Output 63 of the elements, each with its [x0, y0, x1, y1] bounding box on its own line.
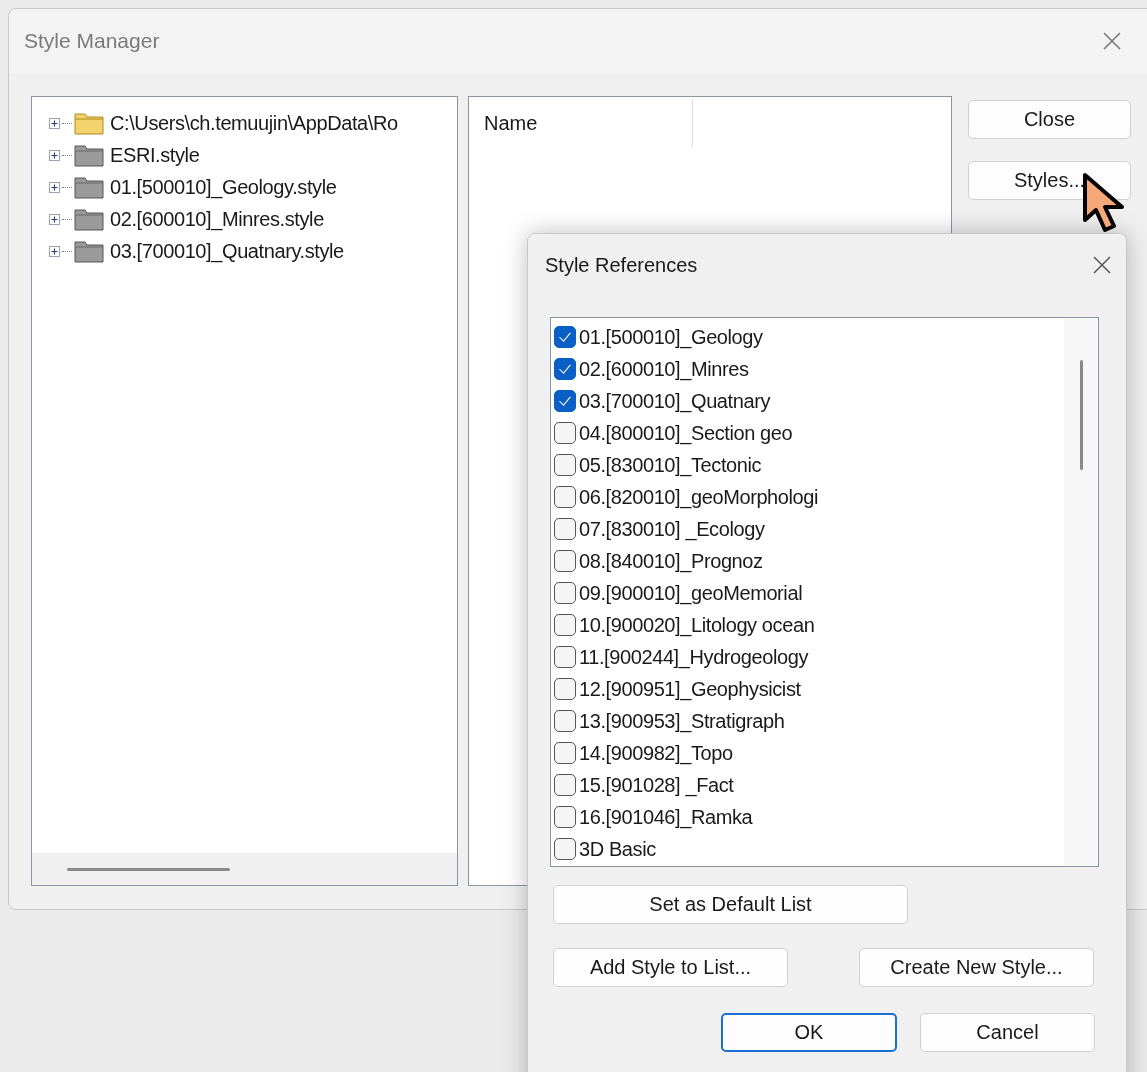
close-icon[interactable] [1092, 255, 1112, 275]
folder-icon [74, 175, 104, 199]
style-item[interactable]: 03.[700010]_Quatnary [579, 389, 771, 413]
expand-icon[interactable] [49, 117, 60, 129]
style-item[interactable]: 08.[840010]_Prognoz [579, 549, 763, 573]
style-item[interactable]: 10.[900020]_Litology ocean [579, 613, 815, 637]
create-style-button[interactable]: Create New Style... [859, 948, 1094, 987]
checkbox[interactable] [554, 806, 576, 828]
folder-icon [74, 111, 104, 135]
cancel-button[interactable]: Cancel [920, 1013, 1095, 1052]
ok-button[interactable]: OK [721, 1013, 897, 1052]
style-item[interactable]: 3D Basic [579, 837, 656, 861]
scrollbar[interactable] [1064, 318, 1098, 866]
checkbox[interactable] [554, 678, 576, 700]
style-item[interactable]: 07.[830010] _Ecology [579, 517, 765, 541]
expand-icon[interactable] [49, 245, 60, 257]
checkbox[interactable] [554, 486, 576, 508]
checkbox[interactable] [554, 454, 576, 476]
column-header[interactable]: Name [469, 99, 693, 147]
folder-icon [74, 207, 104, 231]
style-item[interactable]: 01.[500010]_Geology [579, 325, 763, 349]
style-item[interactable]: 12.[900951]_Geophysicist [579, 677, 801, 701]
style-item[interactable]: 15.[901028] _Fact [579, 773, 734, 797]
checkbox[interactable] [554, 582, 576, 604]
checkbox[interactable] [554, 358, 576, 380]
scrollbar[interactable] [32, 853, 457, 885]
checkbox[interactable] [554, 774, 576, 796]
expand-icon[interactable] [49, 181, 60, 193]
checkbox[interactable] [554, 742, 576, 764]
style-item[interactable]: 16.[901046]_Ramka [579, 805, 753, 829]
dialog-title: Style References [545, 253, 698, 277]
checkbox[interactable] [554, 422, 576, 444]
expand-icon[interactable] [49, 213, 60, 225]
style-item[interactable]: 04.[800010]_Section geo [579, 421, 793, 445]
checkbox[interactable] [554, 518, 576, 540]
checkbox[interactable] [554, 326, 576, 348]
tree-item[interactable]: C:\Users\ch.temuujin\AppData\Ro [110, 111, 398, 135]
close-button[interactable]: Close [968, 100, 1131, 139]
tree-item[interactable]: ESRI.style [110, 143, 200, 167]
tree-item[interactable]: 02.[600010]_Minres.style [110, 207, 324, 231]
checkbox[interactable] [554, 646, 576, 668]
checkbox[interactable] [554, 838, 576, 860]
style-item[interactable]: 05.[830010]_Tectonic [579, 453, 762, 477]
style-item[interactable]: 11.[900244]_Hydrogeology [579, 645, 809, 669]
checkbox[interactable] [554, 390, 576, 412]
tree-item[interactable]: 03.[700010]_Quatnary.style [110, 239, 344, 263]
expand-icon[interactable] [49, 149, 60, 161]
checkbox[interactable] [554, 710, 576, 732]
style-item[interactable]: 09.[900010]_geoMemorial [579, 581, 803, 605]
styles-button[interactable]: Styles... [968, 161, 1131, 200]
style-item[interactable]: 06.[820010]_geoMorphologi [579, 485, 819, 509]
checkbox[interactable] [554, 614, 576, 636]
style-item[interactable]: 02.[600010]_Minres [579, 357, 749, 381]
folder-icon [74, 143, 104, 167]
set-default-button[interactable]: Set as Default List [553, 885, 908, 924]
add-style-button[interactable]: Add Style to List... [553, 948, 788, 987]
style-item[interactable]: 13.[900953]_Stratigraph [579, 709, 785, 733]
checkbox[interactable] [554, 550, 576, 572]
style-item[interactable]: 14.[900982]_Topo [579, 741, 733, 765]
tree-item[interactable]: 01.[500010]_Geology.style [110, 175, 337, 199]
folder-icon [74, 239, 104, 263]
close-icon[interactable] [1102, 31, 1122, 51]
window-title: Style Manager [24, 29, 160, 53]
